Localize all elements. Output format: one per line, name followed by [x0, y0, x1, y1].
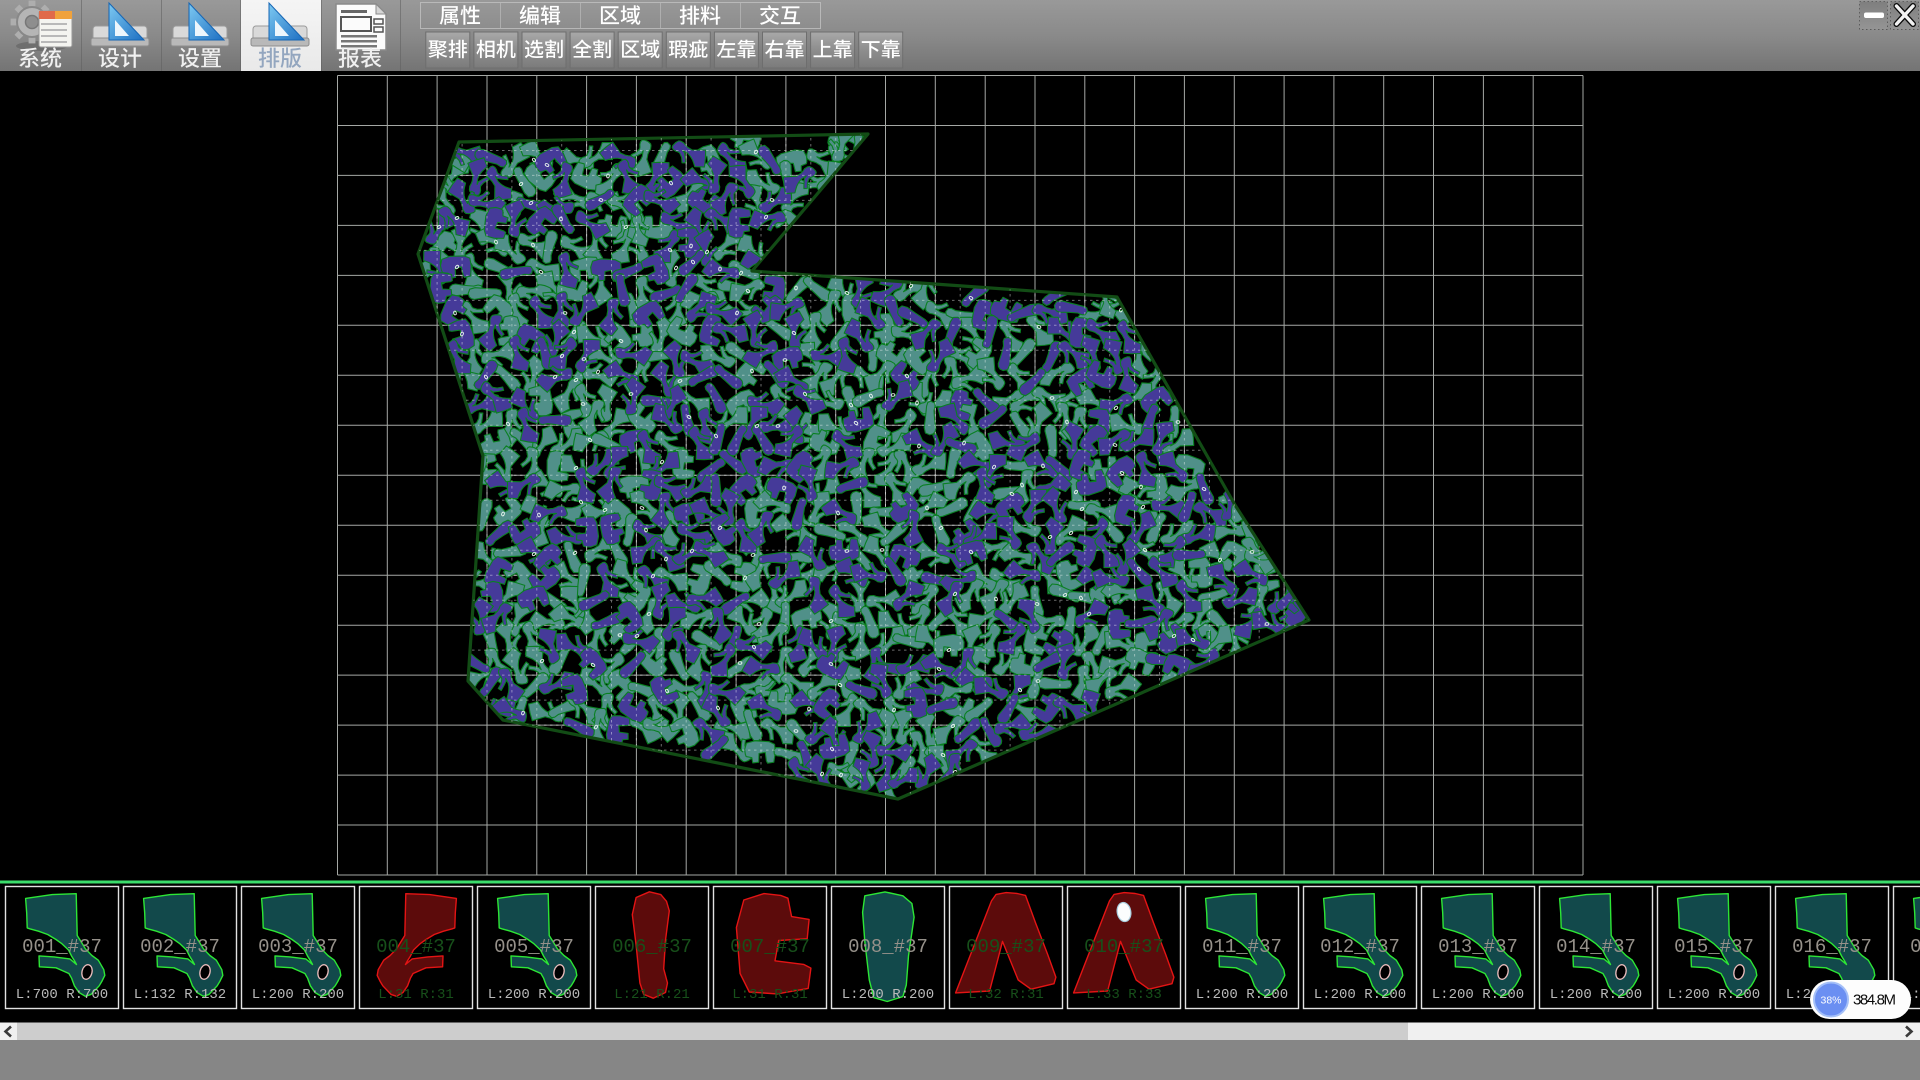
svg-text:001_#37: 001_#37 [22, 936, 102, 958]
svg-text:L:200 R:200: L:200 R:200 [842, 987, 934, 1003]
svg-text:L:200 R:200: L:200 R:200 [488, 987, 580, 1003]
svg-text:L:200 R:200: L:200 R:200 [1668, 987, 1760, 1003]
svg-text:L:21 R:21: L:21 R:21 [614, 987, 690, 1003]
svg-text:L:200 R:200: L:200 R:200 [252, 987, 344, 1003]
svg-text:384.8M: 384.8M [1853, 992, 1896, 1009]
svg-text:012_#37: 012_#37 [1320, 936, 1400, 958]
svg-text:L:200 R:200: L:200 R:200 [1314, 987, 1406, 1003]
svg-text:38%: 38% [1820, 995, 1841, 1007]
svg-text:004_#37: 004_#37 [376, 936, 456, 958]
svg-text:016_#37: 016_#37 [1792, 936, 1872, 958]
svg-text:014_#37: 014_#37 [1556, 936, 1636, 958]
svg-text:010_#37: 010_#37 [1084, 936, 1164, 958]
svg-text:L:132 R:132: L:132 R:132 [134, 987, 226, 1003]
svg-text:L:200 R:200: L:200 R:200 [1196, 987, 1288, 1003]
svg-text:L:200 R:200: L:200 R:200 [1432, 987, 1524, 1003]
svg-text:L:32 R:31: L:32 R:31 [968, 987, 1044, 1003]
svg-text:007_#37: 007_#37 [730, 936, 810, 958]
svg-text:011_#37: 011_#37 [1202, 936, 1282, 958]
svg-text:L:33 R:33: L:33 R:33 [1086, 987, 1162, 1003]
svg-text:L:200 R:200: L:200 R:200 [1550, 987, 1642, 1003]
svg-text:013_#37: 013_#37 [1438, 936, 1518, 958]
svg-text:008_#37: 008_#37 [848, 936, 928, 958]
svg-text:015_#37: 015_#37 [1674, 936, 1754, 958]
svg-text:017_#37: 017_#37 [1910, 936, 1920, 958]
svg-text:002_#37: 002_#37 [140, 936, 220, 958]
svg-text:003_#37: 003_#37 [258, 936, 338, 958]
svg-text:L:31 R:31: L:31 R:31 [732, 987, 808, 1003]
svg-text:006_#37: 006_#37 [612, 936, 692, 958]
svg-text:005_#37: 005_#37 [494, 936, 574, 958]
svg-text:L:31 R:31: L:31 R:31 [378, 987, 454, 1003]
svg-text:009_#37: 009_#37 [966, 936, 1046, 958]
svg-text:L:700 R:700: L:700 R:700 [16, 987, 108, 1003]
